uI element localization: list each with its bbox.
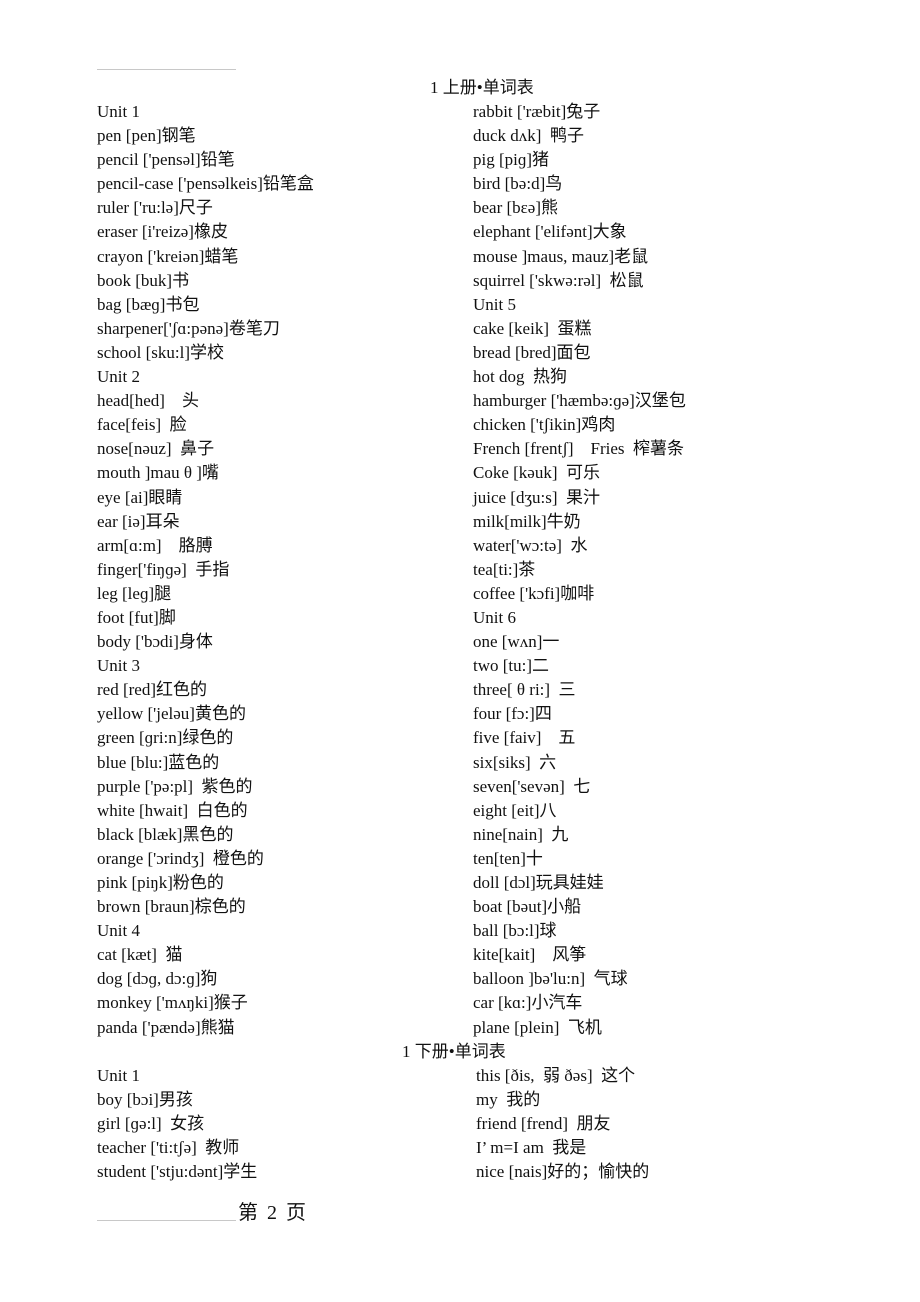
vocab-entry: body ['bɔdi]身体 [97,632,213,652]
vocab-entry: ten[ten]十 [473,848,543,868]
vocab-entry: foot [fut]脚 [97,607,176,627]
vocab-entry: ball [bɔ:l]球 [473,921,557,941]
unit-heading: Unit 1 [97,102,140,121]
unit-heading: Unit 2 [97,367,140,387]
vocab-entry: friend [frend] 朋友 [476,1114,611,1134]
vocab-entry: five [faiv] 五 [473,728,576,748]
unit-heading: Unit 1 [97,1066,140,1085]
book2-right-column: this [ðis, 弱 ðəs] 这个 my 我的 friend [frend] … [476,1064,649,1184]
vocab-entry: black [blæk]黑色的 [97,824,234,844]
unit-heading: Unit 6 [473,607,516,627]
vocab-entry: head[hed] 头 [97,391,199,411]
vocab-entry: crayon ['kreiən]蜡笔 [97,246,239,266]
vocab-entry: boy [bɔi]男孩 [97,1090,193,1110]
vocab-entry: green [ɡri:n]绿色的 [97,728,234,748]
vocab-entry: bag [bæɡ]书包 [97,294,200,314]
vocab-entry: nice [nais]好的；愉快的 [476,1162,650,1182]
vocab-entry: white [hwait] 白色的 [97,800,248,820]
book1-left-column: Unit 1 pen [pen]钢笔 pencil ['pensəl]铅笔 penci… [97,100,314,1040]
vocab-entry: hamburger ['hæmbə:ɡə]汉堡包 [473,391,686,411]
vocab-entry: blue [blu:]蓝色的 [97,752,220,772]
vocab-entry: coffee ['kɔfi]咖啡 [473,583,595,603]
vocab-entry: seven['sevən] 七 [473,776,591,796]
vocab-entry: bear [bɛə]熊 [473,198,559,218]
vocab-entry: duck dʌk] 鸭子 [473,126,584,146]
vocab-entry: sharpener['ʃɑ:pənə]卷笔刀 [97,318,280,338]
vocab-entry: monkey ['mʌŋki]猴子 [97,993,248,1013]
vocab-entry: pencil ['pensəl]铅笔 [97,150,235,170]
vocab-entry: panda ['pændə]熊猫 [97,1017,235,1037]
vocab-entry: juice [dʒu:s] 果汁 [473,487,600,507]
vocab-entry: rabbit ['ræbit]兔子 [473,102,601,121]
vocab-entry: squirrel ['skwə:rəl] 松鼠 [473,270,644,290]
vocab-entry: brown [braun]棕色的 [97,897,246,917]
unit-heading: Unit 5 [473,294,516,314]
vocab-entry: four [fɔ:]四 [473,704,552,724]
vocab-entry: arm[ɑ:m] 胳膊 [97,535,213,555]
vocab-entry: leg [leɡ]腿 [97,583,172,603]
vocab-entry: school [sku:l]学校 [97,342,225,362]
vocab-entry: nine[nain] 九 [473,824,569,844]
vocab-entry: finger['fiŋɡə] 手指 [97,559,230,579]
vocab-entry: eraser [i'reizə]橡皮 [97,222,228,242]
vocab-entry: three[ θ ri:] 三 [473,680,576,700]
unit-heading: Unit 4 [97,921,140,941]
vocab-entry: plane [plein] 飞机 [473,1017,602,1037]
vocab-entry: orange ['ɔrindʒ] 橙色的 [97,848,264,868]
vocab-entry: doll [dɔl]玩具娃娃 [473,873,604,892]
unit-heading: Unit 3 [97,656,140,676]
vocab-entry: Coke [kəuk] 可乐 [473,463,601,483]
vocab-entry: hot dog 热狗 [473,367,567,387]
vocab-entry: pencil-case ['pensəlkeis]铅笔盒 [97,174,314,194]
vocab-entry: my 我的 [476,1090,541,1110]
vocab-entry: nose[nəuz] 鼻子 [97,439,215,459]
vocab-entry: purple ['pə:pl] 紫色的 [97,776,253,796]
vocab-entry: one [wʌn]一 [473,632,560,652]
page-footer: 第 2 页 [97,1196,308,1224]
vocab-entry: boat [bəut]小船 [473,897,582,917]
vocab-entry: mouse ]maus, mauz]老鼠 [473,246,649,266]
vocab-entry: milk[milk]牛奶 [473,511,581,531]
vocab-entry: dog [dɔɡ, dɔ:ɡ]狗 [97,969,218,989]
vocab-entry: face[feis] 脸 [97,415,187,435]
vocab-entry: book [buk]书 [97,270,190,290]
vocab-entry: I’ m=I am 我是 [476,1138,587,1158]
vocab-entry: pen [pen]钢笔 [97,126,196,146]
vocab-entry: ear [iə]耳朵 [97,511,180,531]
vocab-entry: kite[kait] 风筝 [473,945,587,965]
vocab-entry: girl [ɡə:l] 女孩 [97,1114,205,1134]
vocab-entry: bread [bred]面包 [473,342,591,362]
page-number: 第 2 页 [238,1201,308,1224]
vocab-entry: red [red]红色的 [97,680,207,700]
header-rule [97,69,236,70]
vocab-entry: ruler ['ru:lə]尺子 [97,198,213,218]
vocab-entry: tea[ti:]茶 [473,559,536,579]
vocab-entry: water['wɔ:tə] 水 [473,535,588,555]
vocab-entry: two [tu:]二 [473,656,550,676]
vocab-entry: yellow ['jeləu]黄色的 [97,704,246,724]
vocab-entry: French [frentʃ] Fries 榨薯条 [473,439,685,459]
vocab-entry: cake [keik] 蛋糕 [473,318,592,338]
vocab-entry: student ['stju:dənt]学生 [97,1162,258,1182]
vocab-entry: chicken ['tʃikin]鸡肉 [473,415,616,435]
book1-right-column: rabbit ['ræbit]兔子 duck dʌk] 鸭子 pig [piɡ]猪 b… [473,100,686,1040]
vocab-entry: teacher ['ti:tʃə] 教师 [97,1138,240,1158]
vocab-entry: elephant ['elifənt]大象 [473,222,627,242]
vocab-entry: cat [kæt] 猫 [97,945,183,965]
vocab-entry: pink [piŋk]粉色的 [97,873,224,892]
footer-rule [97,1219,236,1221]
section-title-book1: 1 上册•单词表 [430,78,534,97]
vocab-entry: this [ðis, 弱 ðəs] 这个 [476,1066,636,1085]
vocab-entry: eight [eit]八 [473,800,557,820]
vocab-entry: mouth ]mau θ ]嘴 [97,463,219,483]
vocab-entry: car [kɑ:]小汽车 [473,993,583,1013]
section-title-book2: 1 下册•单词表 [402,1042,506,1061]
book2-left-column: Unit 1 boy [bɔi]男孩 girl [ɡə:l] 女孩 teacher [… [97,1064,257,1184]
vocab-entry: bird [bə:d]鸟 [473,174,563,194]
vocab-entry: eye [ai]眼睛 [97,487,183,507]
vocab-entry: balloon ]bə'lu:n] 气球 [473,969,628,989]
vocab-entry: six[siks] 六 [473,752,557,772]
vocab-entry: pig [piɡ]猪 [473,150,550,170]
